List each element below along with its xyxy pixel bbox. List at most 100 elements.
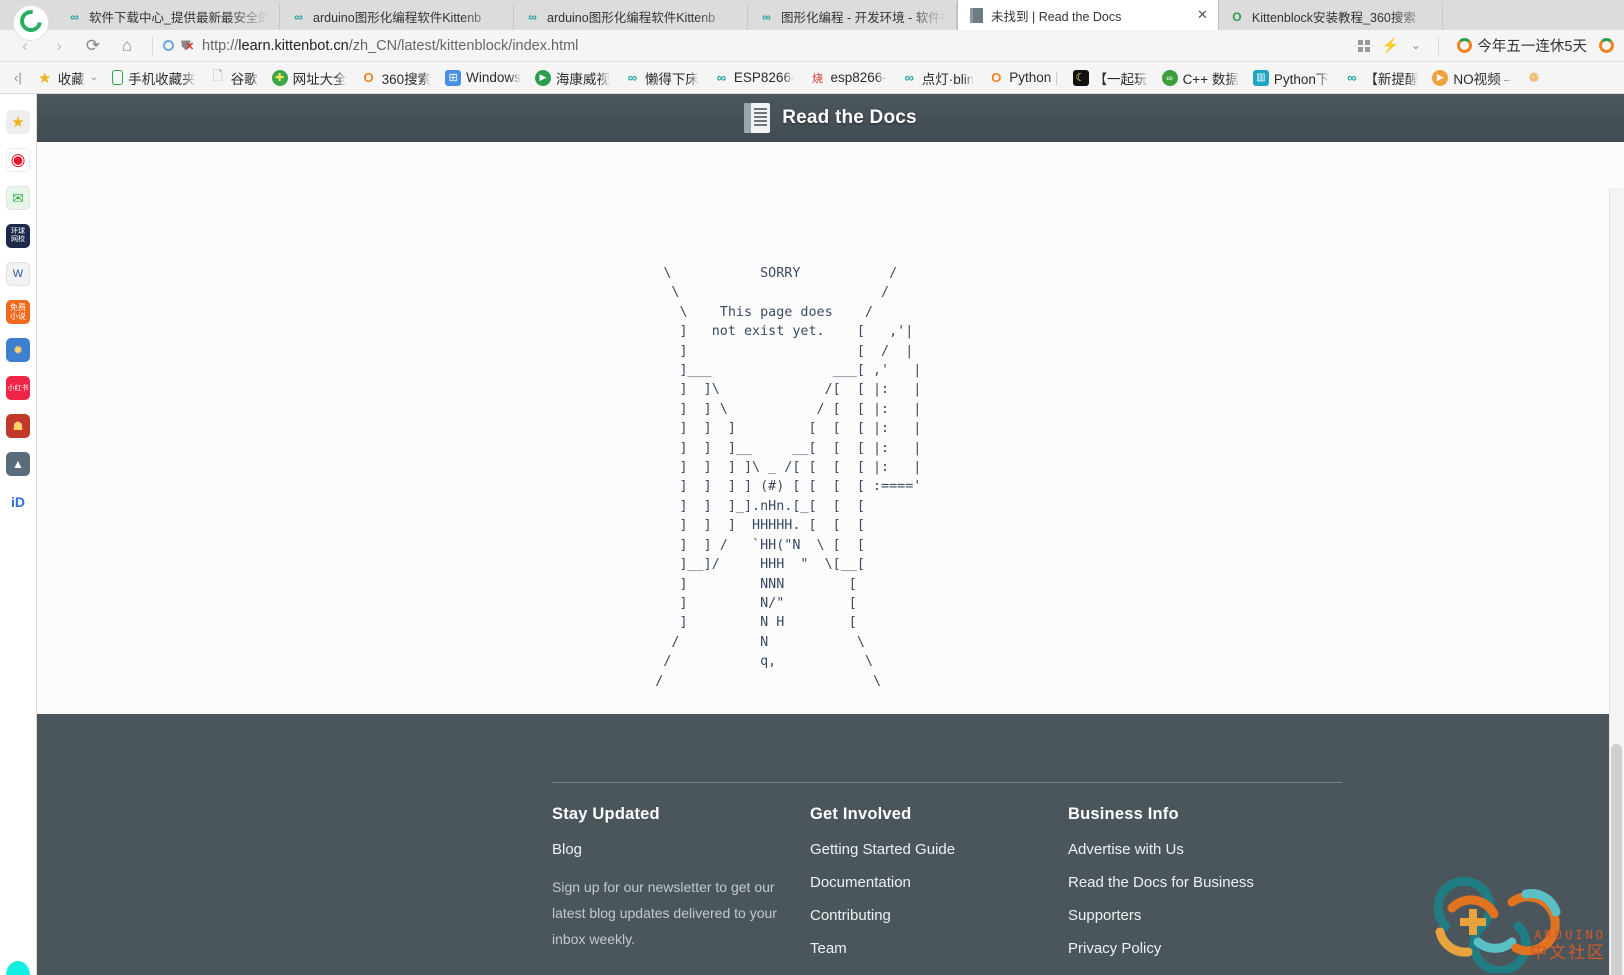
bookmark-item[interactable]: ∞ 点灯·blin [894, 66, 982, 90]
browser-logo-icon [0, 0, 56, 40]
read-the-docs-icon [968, 7, 984, 23]
game-icon[interactable]: ✹ [6, 338, 30, 362]
baidu-icon[interactable]: iD [6, 490, 30, 514]
footer-link-getting-started[interactable]: Getting Started Guide [810, 841, 1068, 858]
play-circle-icon: ▶ [1432, 69, 1449, 86]
search-360-icon: O [991, 70, 1002, 85]
bookmark-item[interactable]: ✚ 网址大全 [265, 66, 354, 90]
bookmark-label: 懒得下床 [644, 71, 699, 87]
xiaohongshu-icon[interactable]: 小红书 [6, 376, 30, 400]
page-scrollbar[interactable] [1609, 188, 1624, 975]
blocked-script-icon[interactable]: ⛊ ✕ [181, 38, 195, 53]
forward-button[interactable]: › [44, 33, 74, 59]
bookmark-item[interactable]: ∞ ESP8266- [706, 66, 803, 90]
footer-link-supporters[interactable]: Supporters [1068, 907, 1326, 924]
moon-icon: ☾ [1072, 69, 1089, 86]
chevron-down-icon[interactable]: ⌄ [90, 72, 98, 83]
nav-right-tools: ⚡ ⌄ 今年五一连休5天 [1350, 35, 1614, 56]
word-doc-icon[interactable]: W [6, 262, 30, 286]
news-ticker[interactable]: 今年五一连休5天 [1457, 35, 1587, 56]
footer-link-blog[interactable]: Blog [552, 841, 810, 858]
bookmark-label: C++ 数据 [1182, 71, 1239, 87]
bookmark-item[interactable]: ★ 收藏 ⌄ [30, 66, 105, 90]
sidebar-handle[interactable] [6, 961, 30, 975]
rpg-game-icon[interactable]: ☗ [6, 414, 30, 438]
infinity-icon: ∞ [716, 70, 726, 85]
bookmark-item[interactable]: ▥ Python下 [1246, 66, 1337, 90]
infinity-icon: ∞ [528, 9, 537, 24]
home-button[interactable]: ⌂ [112, 33, 142, 59]
tab-label: 未找到 | Read the Docs [991, 9, 1122, 24]
bookmark-label: Python | [1009, 70, 1059, 85]
footer-link-team[interactable]: Team [810, 940, 1068, 957]
bookmark-item[interactable]: ▶ NO视频 – [1425, 66, 1519, 90]
bookmark-label: 海康威视 [555, 71, 610, 87]
tab-label: 软件下载中心_提供最新最安全的 [89, 11, 269, 25]
footer-heading: Get Involved [810, 805, 912, 823]
search-360-icon-2[interactable] [1599, 38, 1614, 53]
infinity-icon: ∞ [904, 70, 914, 85]
tab-label: Kittenblock安装教程_360搜索 [1251, 11, 1416, 25]
tab-label: arduino图形化编程软件Kittenb [547, 11, 716, 25]
arduino-community-watermark: ARDUINO 中文社区 [1416, 868, 1616, 975]
bookmark-label: 点灯·blin [921, 71, 975, 87]
footer-heading: Stay Updated [552, 805, 660, 823]
bookmark-label: ESP8266- [733, 70, 796, 85]
bookmark-item-overflow[interactable]: ❁ [1519, 66, 1549, 90]
reload-button[interactable]: ⟳ [78, 33, 108, 59]
watermark-cn: 中文社区 [1530, 943, 1606, 962]
bookmark-item[interactable]: ☾ 【一起玩 [1066, 66, 1155, 90]
tab-1[interactable]: ∞ arduino图形化编程软件Kittenb [280, 3, 514, 30]
page-title: Read the Docs [782, 107, 917, 128]
scrollbar-thumb[interactable] [1611, 744, 1622, 975]
bookmark-label: 网址大全 [292, 71, 347, 87]
footer-link-contributing[interactable]: Contributing [810, 907, 1068, 924]
bookmark-item[interactable]: 手机收藏夹 [105, 66, 203, 90]
footer-link-documentation[interactable]: Documentation [810, 874, 1068, 891]
bookmark-label: Windows [466, 70, 521, 85]
tab-2[interactable]: ∞ arduino图形化编程软件Kittenb [514, 3, 748, 30]
mobile-icon [112, 70, 124, 85]
bookmark-item[interactable]: ⊞ Windows [438, 66, 528, 90]
url-host: learn.kittenbot.cn [238, 37, 349, 54]
page-footer: Stay Updated Blog Sign up for our newsle… [37, 714, 1624, 975]
url-prefix: http:// [202, 37, 239, 54]
mail-icon[interactable]: ✉ [6, 186, 30, 210]
document-body: \ SORRY / \ / \ This page does / ] not e… [37, 142, 1624, 714]
huanqiu-news-icon[interactable]: 环球 网校 [6, 224, 30, 248]
url-path: /zh_CN/latest/kittenblock/index.html [348, 37, 579, 54]
flame-icon: 烧 [811, 72, 823, 85]
ascii-art-404: \ SORRY / \ / \ This page does / ] not e… [655, 266, 922, 689]
weibo-icon[interactable]: ◉ [6, 148, 30, 172]
favorites-star-icon[interactable]: ★ [6, 110, 30, 134]
bookmark-item[interactable]: O 360搜索 [354, 66, 439, 90]
bookmark-item[interactable]: ∞ 懒得下床 [617, 66, 706, 90]
tab-0[interactable]: ∞ 软件下载中心_提供最新最安全的 [56, 3, 280, 30]
footer-link-privacy-policy[interactable]: Privacy Policy [1068, 940, 1326, 957]
page-info-icon[interactable] [163, 40, 174, 51]
bookmark-item[interactable]: ∞ C++ 数据 [1155, 66, 1246, 90]
war-game-icon[interactable]: ▲ [6, 452, 30, 476]
close-icon[interactable]: ✕ [1197, 7, 1208, 23]
bookmark-label: 谷歌 [230, 71, 258, 87]
page-icon: 🗋 [212, 67, 223, 83]
footer-link-rtd-business[interactable]: Read the Docs for Business [1068, 874, 1326, 891]
apps-grid-icon[interactable] [1357, 39, 1370, 52]
lightning-icon[interactable]: ⚡ [1382, 37, 1399, 54]
chevron-down-icon[interactable]: ⌄ [1411, 39, 1420, 52]
tab-5[interactable]: O Kittenblock安装教程_360搜索 [1218, 3, 1443, 30]
footer-heading: Business Info [1068, 805, 1179, 823]
bookmarks-collapse-icon[interactable]: ‹| [6, 70, 30, 85]
free-novel-icon[interactable]: 免费 小说 [6, 300, 30, 324]
tab-3[interactable]: ∞ 图形化编程 - 开发环境 - 软件中 [748, 3, 957, 30]
tab-4-active[interactable]: 未找到 | Read the Docs ✕ [957, 0, 1219, 30]
page-viewport: Read the Docs \ SORRY / \ / \ This page … [37, 94, 1624, 975]
bookmark-item[interactable]: O Python | [981, 66, 1065, 90]
bookmark-item[interactable]: 烧 esp8266- [802, 66, 893, 90]
bookmark-item[interactable]: ▶ 海康威视 [528, 66, 617, 90]
address-bar[interactable]: ⛊ ✕ http://learn.kittenbot.cn/zh_CN/lates… [163, 33, 1346, 59]
bookmark-item[interactable]: 🗋 谷歌 [203, 66, 265, 90]
bookmark-item[interactable]: ∞ 【新提醒 [1336, 66, 1425, 90]
footer-link-advertise[interactable]: Advertise with Us [1068, 841, 1326, 858]
calendar-icon: ▥ [1252, 69, 1269, 86]
